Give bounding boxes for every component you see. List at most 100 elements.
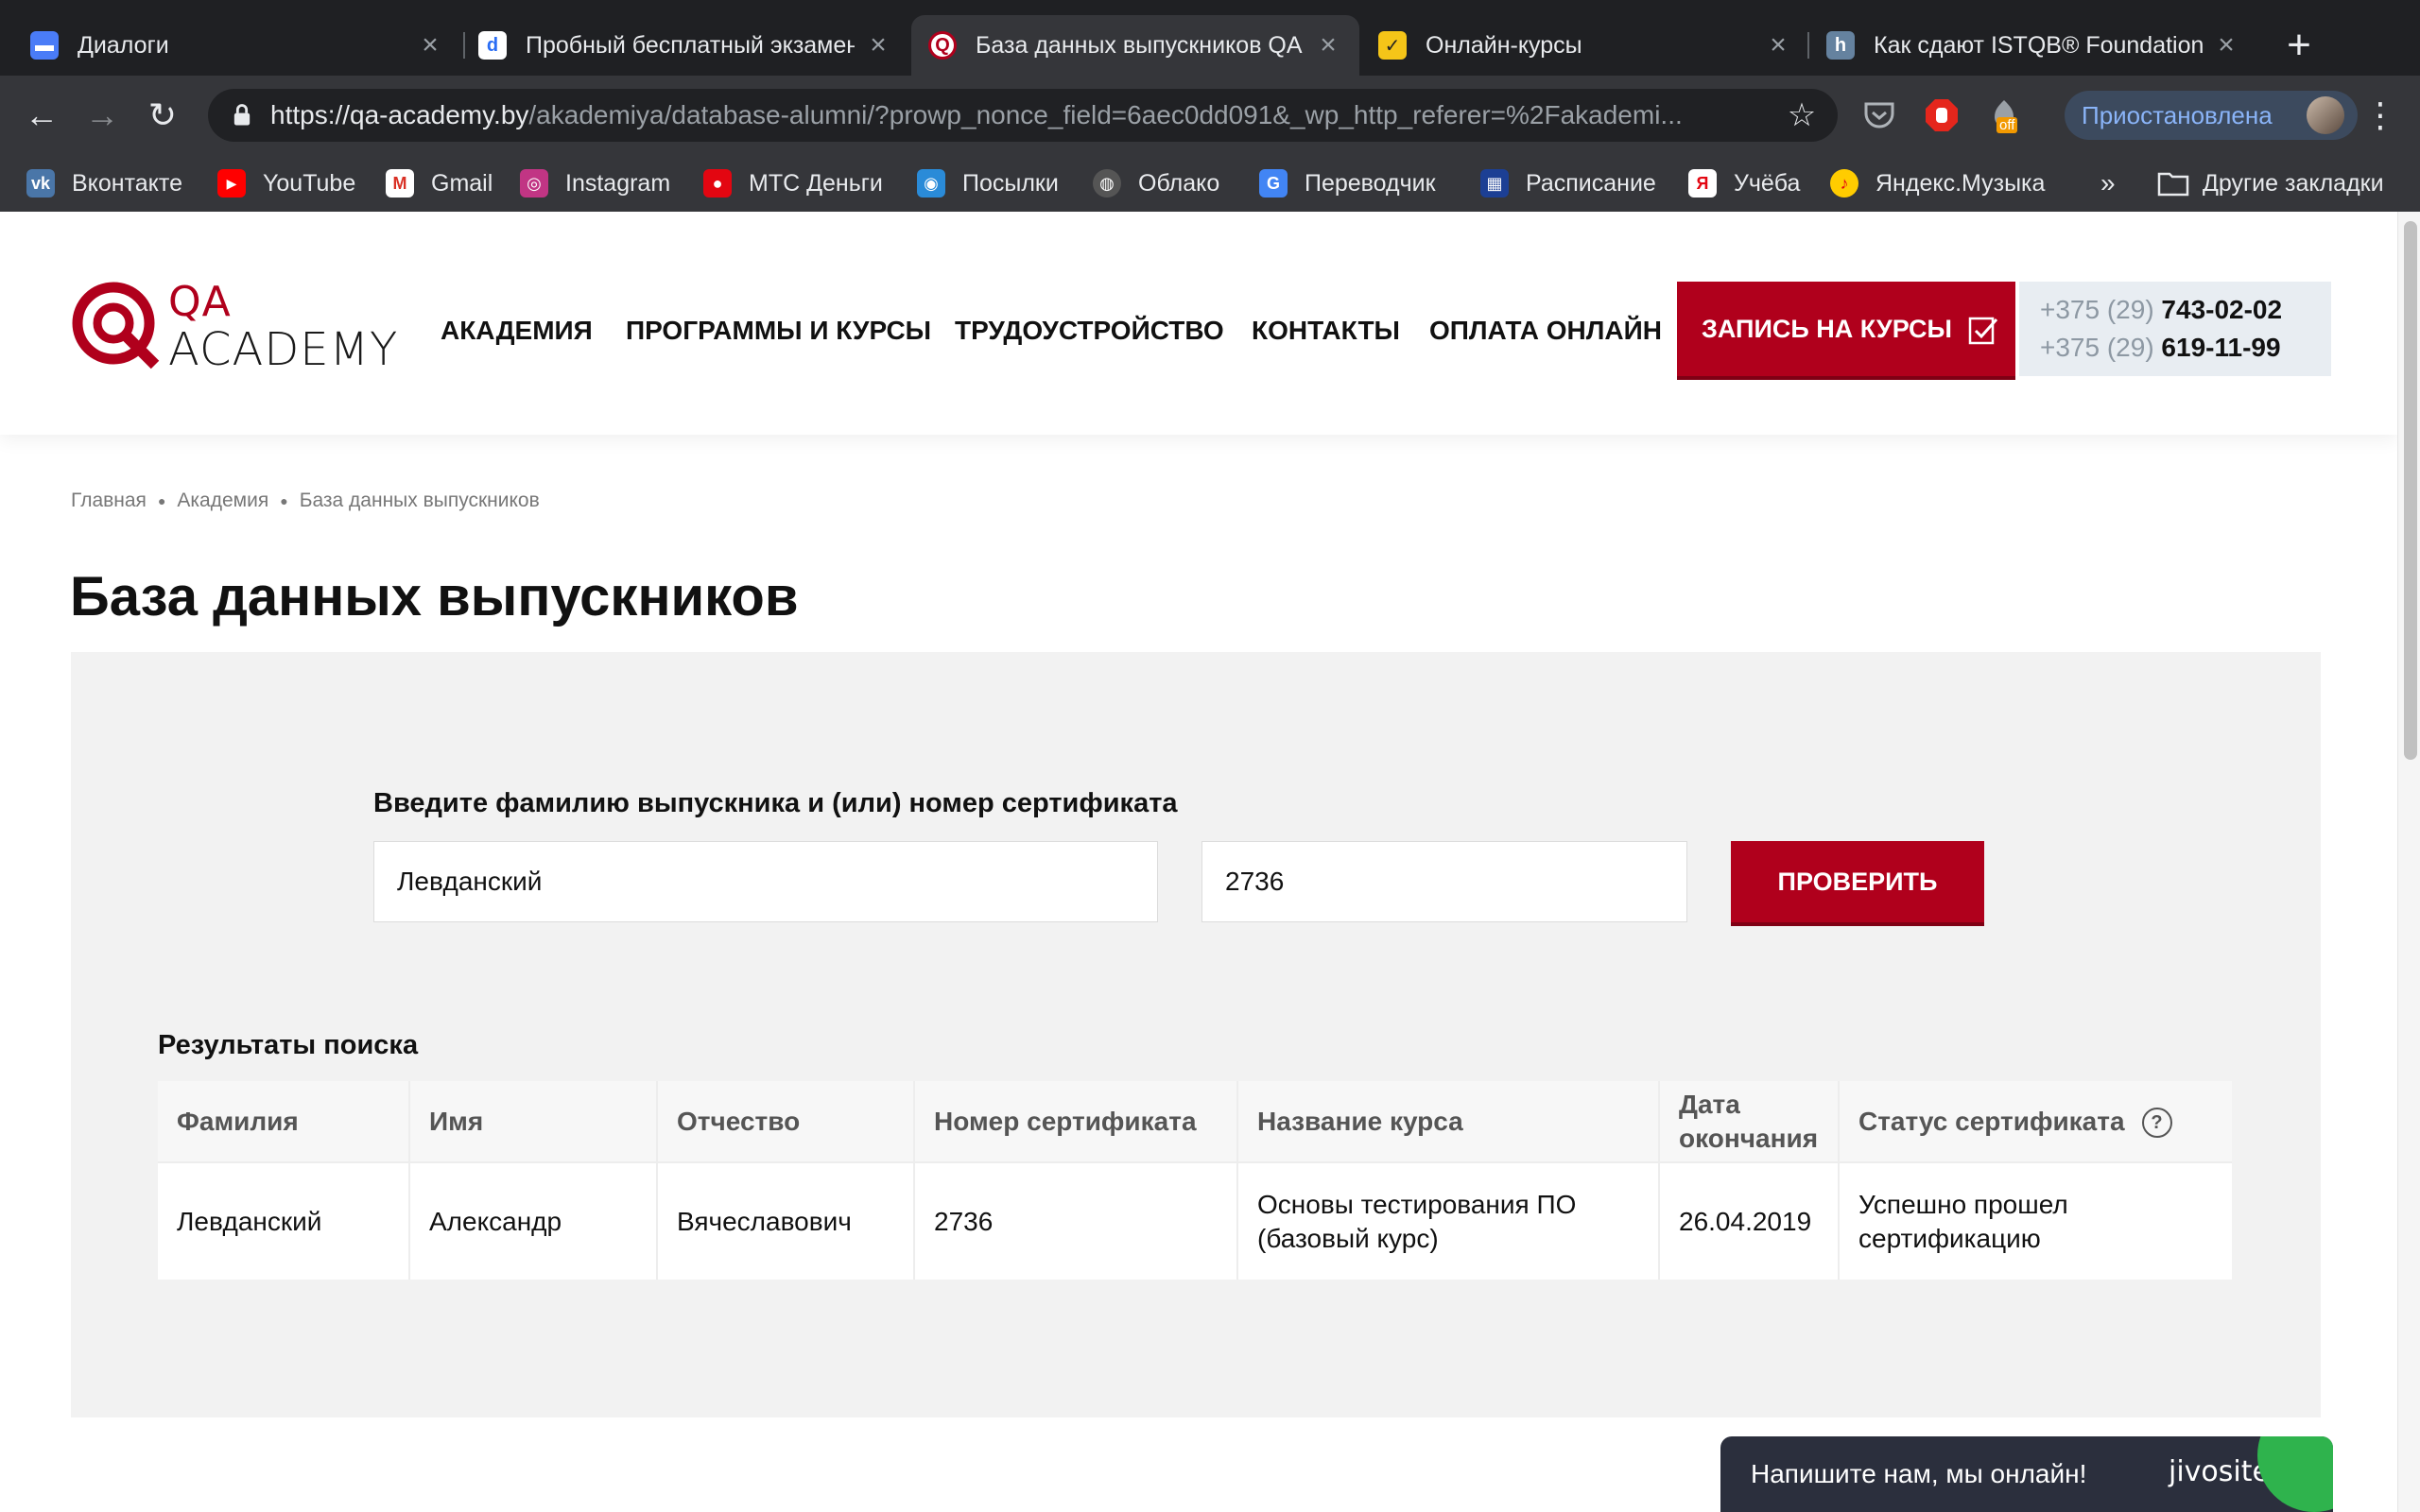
pocket-icon[interactable]	[1860, 96, 1898, 134]
col-course-name: Название курса	[1237, 1081, 1660, 1162]
youtube-icon: ▶	[217, 169, 246, 198]
live-chat-widget[interactable]: Напишите нам, мы онлайн! jivosite	[1720, 1436, 2333, 1512]
close-icon[interactable]: ×	[418, 31, 442, 60]
breadcrumb-academy[interactable]: Академия	[177, 490, 268, 512]
cell-certificate-number: 2736	[914, 1161, 1238, 1280]
nav-programs[interactable]: ПРОГРАММЫ И КУРСЫ	[626, 316, 931, 353]
logo-academy: ACADEMY	[168, 323, 399, 376]
bookmark-study[interactable]: Я Учёба	[1688, 163, 1800, 204]
adblock-icon[interactable]	[1923, 96, 1961, 134]
bookmark-gmail[interactable]: M Gmail	[386, 163, 493, 204]
tab-trial-exam[interactable]: d Пробный бесплатный экзамен ×	[461, 15, 909, 76]
results-table: Фамилия Имя Отчество Номер сертификата Н…	[158, 1081, 2232, 1280]
phone-2[interactable]: +375 (29) 619-11-99	[2040, 329, 2331, 367]
nav-academy[interactable]: АКАДЕМИЯ	[441, 316, 593, 353]
kebab-menu-icon[interactable]: ⋮	[2363, 94, 2397, 136]
close-icon[interactable]: ×	[866, 31, 890, 60]
certificate-number-input[interactable]	[1201, 841, 1687, 922]
bookmark-cloud[interactable]: ◍ Облако	[1093, 163, 1219, 204]
scrollbar-thumb[interactable]	[2404, 221, 2417, 760]
profile-status-button[interactable]: Приостановлена	[2065, 91, 2358, 140]
back-icon[interactable]: ←	[21, 94, 62, 136]
bookmark-translator[interactable]: G Переводчик	[1259, 163, 1436, 204]
bookmark-star-icon[interactable]: ☆	[1783, 96, 1821, 134]
bookmark-schedule[interactable]: ▦ Расписание	[1480, 163, 1656, 204]
bookmark-vk[interactable]: vk Вконтакте	[26, 163, 182, 204]
phone-1[interactable]: +375 (29) 743-02-02	[2040, 291, 2331, 329]
tab-alumni-db[interactable]: Q База данных выпускников QA ×	[911, 15, 1359, 76]
col-name: Имя	[409, 1081, 658, 1162]
cell-certificate-status: Успешно прошел сертификацию	[1839, 1161, 2232, 1280]
enroll-button[interactable]: ЗАПИСЬ НА КУРСЫ	[1677, 282, 2015, 376]
forward-icon[interactable]: →	[81, 94, 123, 136]
bookmark-youtube[interactable]: ▶ YouTube	[217, 163, 355, 204]
tab-title: Как сдают ISTQB® Foundation	[1874, 31, 2203, 59]
results-title: Результаты поиска	[158, 1030, 419, 1060]
url-text: https://qa-academy.by/akademiya/database…	[270, 100, 1683, 129]
mts-icon: ●	[703, 169, 732, 198]
extension-badge: off	[1996, 117, 2018, 133]
logo-qa: QA	[168, 278, 232, 326]
d-letter-icon: d	[478, 31, 507, 60]
nav-employment[interactable]: ТРУДОУСТРОЙСТВО	[955, 316, 1224, 353]
surname-input[interactable]	[373, 841, 1158, 922]
tab-online-courses[interactable]: ✓ Онлайн-курсы ×	[1361, 15, 1809, 76]
logo-text: QA ACADEMY	[168, 278, 399, 376]
close-icon[interactable]: ×	[2214, 31, 2238, 60]
tab-istqb[interactable]: h Как сдают ISTQB® Foundation ×	[1809, 15, 2257, 76]
cell-end-date: 26.04.2019	[1659, 1161, 1840, 1280]
address-bar[interactable]: https://qa-academy.by/akademiya/database…	[208, 89, 1838, 142]
more-bookmarks-chevron[interactable]: »	[2100, 163, 2116, 204]
music-icon: ♪	[1830, 169, 1858, 198]
chat-bubble-icon: ▬	[30, 31, 59, 60]
yandex-icon: Я	[1688, 169, 1717, 198]
site-header: QA ACADEMY АКАДЕМИЯ ПРОГРАММЫ И КУРСЫ ТР…	[0, 212, 2397, 435]
qa-academy-logo[interactable]: QA ACADEMY	[70, 280, 410, 374]
cell-course-name: Основы тестирования ПО (базовый курс)	[1237, 1161, 1660, 1280]
folder-icon	[2157, 172, 2189, 197]
bookmark-mts[interactable]: ● МТС Деньги	[703, 163, 883, 204]
gmail-icon: M	[386, 169, 414, 198]
page-title: База данных выпускников	[70, 566, 799, 627]
check-button[interactable]: ПРОВЕРИТЬ	[1731, 841, 1984, 922]
chat-prompt: Напишите нам, мы онлайн!	[1751, 1459, 2087, 1488]
extension-off-icon[interactable]: off	[1985, 96, 2023, 134]
tab-dialogs[interactable]: ▬ Диалоги ×	[13, 15, 461, 76]
new-tab-button[interactable]: +	[2278, 25, 2320, 68]
vk-icon: vk	[26, 169, 55, 198]
phone-block: +375 (29) 743-02-02 +375 (29) 619-11-99	[2019, 282, 2331, 376]
bookmark-yandex-music[interactable]: ♪ Яндекс.Музыка	[1830, 163, 2045, 204]
bookmark-other-folder[interactable]: Другие закладки	[2157, 163, 2384, 204]
checklist-icon	[1968, 317, 1998, 345]
cell-patronymic: Вячеславович	[657, 1161, 915, 1280]
nav-contacts[interactable]: КОНТАКТЫ	[1252, 316, 1400, 353]
col-patronymic: Отчество	[657, 1081, 915, 1162]
breadcrumb-current: База данных выпускников	[299, 490, 540, 511]
translate-icon: G	[1259, 169, 1288, 198]
col-end-date: Дата окончания	[1659, 1081, 1840, 1162]
tab-title: Пробный бесплатный экзамен	[526, 31, 855, 59]
table-row: Левданский Александр Вячеславович 2736 О…	[158, 1161, 2232, 1280]
checkbox-yellow-icon: ✓	[1378, 31, 1407, 60]
bookmark-instagram[interactable]: ◎ Instagram	[520, 163, 670, 204]
bookmarks-bar: vk Вконтакте ▶ YouTube M Gmail ◎ Instagram ●…	[0, 155, 2420, 212]
profile-status-label: Приостановлена	[2082, 100, 2273, 129]
bookmark-parcels[interactable]: ◉ Посылки	[917, 163, 1059, 204]
qa-logo-mark-icon	[72, 282, 160, 369]
page-scrollbar[interactable]	[2397, 212, 2420, 1512]
close-icon[interactable]: ×	[1316, 31, 1340, 60]
nav-payment[interactable]: ОПЛАТА ОНЛАЙН	[1429, 316, 1662, 353]
close-icon[interactable]: ×	[1766, 31, 1790, 60]
breadcrumb-separator: ●	[157, 493, 166, 508]
parcel-icon: ◉	[917, 169, 945, 198]
col-surname: Фамилия	[158, 1081, 410, 1162]
instagram-icon: ◎	[520, 169, 548, 198]
help-icon[interactable]: ?	[2141, 1108, 2172, 1139]
breadcrumb-home[interactable]: Главная	[71, 490, 147, 512]
reload-icon[interactable]: ↻	[142, 94, 183, 136]
cell-surname: Левданский	[158, 1161, 410, 1280]
jivosite-logo: jivosite	[2169, 1455, 2270, 1488]
search-panel: Введите фамилию выпускника и (или) номер…	[71, 652, 2321, 1418]
schedule-icon: ▦	[1480, 169, 1509, 198]
breadcrumb: Главная ● Академия ● База данных выпускн…	[71, 490, 540, 512]
